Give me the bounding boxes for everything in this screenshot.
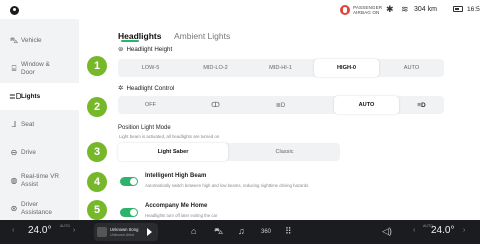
temp-right-decrease-icon[interactable]: ‹ (413, 227, 415, 234)
seat-icon: ⅃ (11, 120, 17, 129)
album-art (97, 227, 107, 237)
position-light-selector: Light Saber Classic (118, 143, 340, 161)
callout-badge-2: 2 (87, 97, 107, 117)
sidebar-item-label: Window & Door (21, 61, 50, 76)
position-light-hint: Light beam is activated, all headlights … (119, 134, 220, 139)
media-player[interactable]: Unknown Song Unknown Artist (94, 223, 158, 241)
headlight-control-title: ✲ Headlight Control (118, 84, 175, 93)
360-icon[interactable]: 360 (261, 227, 271, 238)
media-title: Unknown Song (110, 227, 139, 232)
high-beam-icon[interactable]: ≡D (399, 96, 444, 114)
callout-badge-4: 4 (87, 172, 107, 192)
sidebar-item-lights[interactable]: ≣D Lights (0, 83, 79, 110)
accompany-me-home-desc: Headlights turn off later exiting the ca… (145, 213, 218, 218)
left-temperature[interactable]: 24.0° (28, 225, 51, 236)
airbag-status-text: PASSENGER AIRBAG ON (353, 4, 383, 15)
parking-light-icon[interactable]: ↀ (183, 96, 248, 114)
door-icon: ⌸ (11, 63, 17, 73)
sidebar-item-vr-assist[interactable]: ◍ Real-time VR Assist (0, 167, 79, 194)
height-option-mid-lo-2[interactable]: MID-LO-2 (183, 59, 248, 77)
active-tab-indicator (121, 40, 139, 42)
sidebar-item-label: Driver Assistance (21, 201, 52, 216)
accompany-me-home-title: Accompany Me Home (145, 203, 208, 209)
headlight-height-icon: ⊜ (118, 46, 124, 53)
callout-badge-5: 5 (87, 200, 107, 220)
height-option-mid-hi-1[interactable]: MID-HI-1 (248, 59, 313, 77)
section-title-label: Position Light Mode (118, 125, 171, 131)
section-title-label: Headlight Control (126, 84, 175, 92)
temp-left-decrease-icon[interactable]: ‹ (12, 227, 14, 234)
sidebar-item-window-door[interactable]: ⌸ Window & Door (0, 55, 79, 82)
intelligent-high-beam-desc: Automatically switch between high and lo… (145, 183, 309, 188)
height-option-high-0[interactable]: HIGH-0 (314, 59, 379, 77)
brand-logo-icon (10, 6, 19, 15)
headlight-height-title: ⊜ Headlight Height (118, 45, 173, 54)
range-readout: 304 km (414, 6, 437, 13)
apps-icon[interactable]: ⠿ (285, 226, 292, 237)
sidebar-item-label: Drive (21, 148, 36, 156)
control-option-off[interactable]: OFF (118, 96, 183, 114)
headlight-height-selector: LOW-5 MID-LO-2 MID-HI-1 HIGH-0 AUTO (118, 59, 444, 77)
headlight-control-selector: OFF ↀ ≣D AUTO ≡D (118, 96, 444, 114)
tab-ambient-lights[interactable]: Ambient Lights (174, 31, 230, 41)
play-icon[interactable] (147, 228, 152, 236)
status-bar: PASSENGER AIRBAG ON ✱ ≋ 304 km 16:53 (0, 0, 480, 19)
clock: 16:53 (467, 6, 480, 13)
sidebar-item-label: Seat (21, 120, 35, 128)
position-option-classic[interactable]: Classic (229, 143, 340, 161)
low-beam-icon[interactable]: ≣D (248, 96, 313, 114)
sidebar-item-label: Lights (21, 92, 41, 100)
headlight-control-icon: ✲ (118, 85, 124, 92)
section-title-label: Headlight Height (126, 45, 173, 53)
height-option-auto[interactable]: AUTO (379, 59, 444, 77)
temp-right-increase-icon[interactable]: › (463, 227, 465, 234)
sidebar-item-vehicle[interactable]: ⛍ Vehicle (0, 27, 79, 54)
settings-sidebar: ⛍ Vehicle ⌸ Window & Door ≣D Lights ⅃ Se… (0, 19, 79, 220)
left-climate-auto: AUTO (60, 224, 70, 228)
wifi-icon: ≋ (401, 4, 409, 14)
battery-icon (453, 6, 463, 12)
media-artist: Unknown Artist (110, 233, 134, 237)
bluetooth-icon: ✱ (386, 4, 394, 14)
sidebar-item-seat[interactable]: ⅃ Seat (0, 111, 79, 138)
control-option-auto[interactable]: AUTO (334, 96, 399, 114)
car-icon[interactable]: ⛍ (214, 226, 223, 237)
intelligent-high-beam-toggle[interactable] (120, 177, 138, 186)
music-icon[interactable]: ♫ (238, 226, 245, 237)
temp-left-increase-icon[interactable]: › (73, 227, 75, 234)
airbag-icon (340, 5, 350, 15)
vr-icon: ◍ (10, 176, 18, 185)
assist-icon: ⊛ (10, 204, 18, 213)
position-option-light-saber[interactable]: Light Saber (118, 143, 228, 161)
sidebar-item-driver-assistance[interactable]: ⊛ Driver Assistance (0, 195, 79, 222)
airbag-indicator: PASSENGER AIRBAG ON (340, 2, 382, 18)
volume-icon[interactable]: ◁) (382, 226, 392, 237)
car-icon: ⛍ (9, 35, 19, 45)
intelligent-high-beam-title: Intelligent High Beam (145, 173, 207, 179)
callout-badge-3: 3 (87, 142, 107, 162)
right-temperature[interactable]: 24.0° (431, 225, 454, 236)
position-light-title: Position Light Mode (118, 125, 171, 131)
light-icon: ≣D (9, 92, 22, 101)
height-option-low-5[interactable]: LOW-5 (118, 59, 183, 77)
steering-icon: ⊖ (10, 148, 18, 157)
sidebar-item-label: Real-time VR Assist (21, 173, 59, 188)
callout-badge-1: 1 (87, 56, 107, 76)
home-icon[interactable]: ⌂ (191, 226, 196, 237)
sidebar-item-label: Vehicle (21, 36, 42, 44)
sidebar-item-drive[interactable]: ⊖ Drive (0, 139, 79, 166)
bottom-dock: ‹ 24.0° AUTO › Unknown Song Unknown Arti… (0, 220, 480, 244)
accompany-me-home-toggle[interactable] (120, 208, 138, 217)
